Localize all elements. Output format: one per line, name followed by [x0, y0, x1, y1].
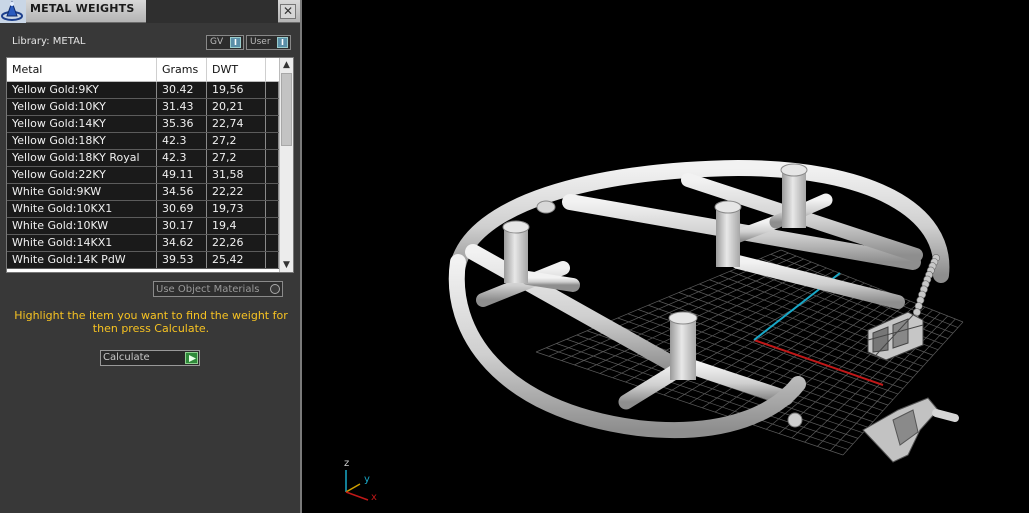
table-row[interactable]: White Gold:10KX1 30.69 19,73 [7, 201, 279, 218]
cell-spacer [266, 82, 279, 98]
cell-dwt: 22,22 [207, 184, 266, 200]
scroll-up-arrow-icon[interactable]: ▲ [280, 58, 293, 72]
calculate-go-button[interactable] [185, 352, 198, 364]
axis-triad: z y x [340, 456, 390, 508]
column-header-dwt[interactable]: DWT [207, 58, 266, 82]
cell-spacer [266, 201, 279, 217]
cell-metal: White Gold:9KW [7, 184, 157, 200]
metal-weights-table[interactable]: Metal Grams DWT Yellow Gold:9KY 30.42 19,5… [6, 57, 294, 273]
cell-dwt: 25,42 [207, 252, 266, 268]
cell-grams: 31.43 [157, 99, 207, 115]
cell-spacer [266, 252, 279, 268]
instruction-text: Highlight the item you want to find the … [14, 309, 288, 335]
play-arrow-icon [189, 355, 196, 362]
table-row[interactable]: Yellow Gold:14KY 35.36 22,74 [7, 116, 279, 133]
table-row[interactable]: White Gold:14KX1 34.62 22,26 [7, 235, 279, 252]
gv-toggle-knob: I [230, 37, 241, 48]
use-object-materials-label: Use Object Materials [156, 284, 260, 295]
cell-grams: 42.3 [157, 133, 207, 149]
cell-metal: Yellow Gold:18KY Royal [7, 150, 157, 166]
cell-spacer [266, 99, 279, 115]
cell-dwt: 19,4 [207, 218, 266, 234]
table-row[interactable]: Yellow Gold:9KY 30.42 19,56 [7, 82, 279, 99]
cell-spacer [266, 116, 279, 132]
cell-grams: 30.42 [157, 82, 207, 98]
table-scrollbar[interactable]: ▲ ▼ [279, 58, 293, 272]
ring-casting [862, 397, 959, 463]
cell-metal: Yellow Gold:18KY [7, 133, 157, 149]
table-row[interactable]: White Gold:14K PdW 39.53 25,42 [7, 252, 279, 269]
column-header-metal[interactable]: Metal [7, 58, 157, 82]
user-toggle-knob: I [277, 37, 288, 48]
cell-metal: Yellow Gold:14KY [7, 116, 157, 132]
cell-dwt: 19,73 [207, 201, 266, 217]
table-row[interactable]: White Gold:10KW 30.17 19,4 [7, 218, 279, 235]
cell-dwt: 22,26 [207, 235, 266, 251]
cell-metal: White Gold:10KW [7, 218, 157, 234]
table-row[interactable]: White Gold:9KW 34.56 22,22 [7, 184, 279, 201]
panel-titlebar[interactable]: METAL WEIGHTS ✕ [0, 0, 300, 23]
radio-icon[interactable] [270, 284, 280, 294]
cell-grams: 42.3 [157, 150, 207, 166]
table-header: Metal Grams DWT [7, 58, 285, 82]
model-scene [448, 159, 964, 463]
cell-dwt: 31,58 [207, 167, 266, 183]
cell-metal: White Gold:14K PdW [7, 252, 157, 268]
cell-metal: Yellow Gold:9KY [7, 82, 157, 98]
cell-spacer [266, 218, 279, 234]
cell-spacer [266, 235, 279, 251]
cell-metal: Yellow Gold:22KY [7, 167, 157, 183]
x-axis-line [753, 339, 884, 386]
cell-grams: 35.36 [157, 116, 207, 132]
scroll-thumb[interactable] [281, 73, 292, 146]
user-toggle[interactable]: User I [246, 35, 291, 50]
axis-x-label: x [371, 492, 377, 503]
titlebar-dark-area [146, 0, 278, 23]
column-header-grams[interactable]: Grams [157, 58, 207, 82]
cell-dwt: 27,2 [207, 150, 266, 166]
cell-dwt: 22,74 [207, 116, 266, 132]
cell-dwt: 19,56 [207, 82, 266, 98]
cell-metal: Yellow Gold:10KY [7, 99, 157, 115]
gv-toggle-label: GV [210, 37, 224, 47]
table-row[interactable]: Yellow Gold:18KY Royal 42.3 27,2 [7, 150, 279, 167]
table-row[interactable]: Yellow Gold:22KY 49.11 31,58 [7, 167, 279, 184]
cell-dwt: 27,2 [207, 133, 266, 149]
lattice-piece [867, 311, 924, 361]
gv-toggle[interactable]: GV I [206, 35, 244, 50]
cell-grams: 34.56 [157, 184, 207, 200]
cell-spacer [266, 167, 279, 183]
library-label: Library: METAL [12, 36, 86, 47]
ring-ball [787, 412, 803, 428]
metal-weights-panel: METAL WEIGHTS ✕ Library: METAL GV I User… [0, 0, 302, 513]
close-icon: ✕ [282, 4, 294, 18]
calculate-control[interactable]: Calculate [100, 350, 200, 366]
table-body: Yellow Gold:9KY 30.42 19,56 Yellow Gold:10K… [7, 82, 279, 269]
calculate-label: Calculate [103, 352, 150, 363]
cell-grams: 34.62 [157, 235, 207, 251]
cell-spacer [266, 150, 279, 166]
scroll-down-arrow-icon[interactable]: ▼ [280, 258, 293, 272]
table-row[interactable]: Yellow Gold:18KY 42.3 27,2 [7, 133, 279, 150]
cell-grams: 49.11 [157, 167, 207, 183]
user-toggle-label: User [250, 37, 271, 47]
use-object-materials-option[interactable]: Use Object Materials [153, 281, 283, 297]
close-button[interactable]: ✕ [280, 4, 296, 19]
cell-grams: 30.17 [157, 218, 207, 234]
cell-spacer [266, 184, 279, 200]
app-logo-icon [0, 0, 26, 23]
axis-y-label: y [364, 474, 370, 485]
axis-z-label: z [344, 458, 350, 469]
panel-title: METAL WEIGHTS [30, 2, 135, 15]
3d-viewport[interactable]: z y x [308, 0, 1029, 513]
cell-metal: White Gold:10KX1 [7, 201, 157, 217]
table-row[interactable]: Yellow Gold:10KY 31.43 20,21 [7, 99, 279, 116]
ring-end-cap [536, 200, 556, 214]
cell-dwt: 20,21 [207, 99, 266, 115]
cell-spacer [266, 133, 279, 149]
cell-metal: White Gold:14KX1 [7, 235, 157, 251]
cell-grams: 30.69 [157, 201, 207, 217]
cell-grams: 39.53 [157, 252, 207, 268]
